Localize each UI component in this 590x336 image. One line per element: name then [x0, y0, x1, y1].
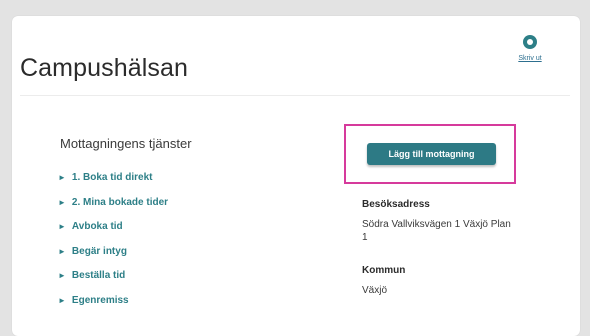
bullet-icon: ►	[58, 271, 66, 280]
service-link-bestalla-tid[interactable]: ► Beställa tid	[58, 270, 168, 295]
print-link[interactable]: Skriv ut	[512, 35, 548, 79]
bullet-icon: ►	[58, 222, 66, 231]
header-divider	[20, 95, 570, 96]
bullet-icon: ►	[58, 246, 66, 256]
service-label: Beställa tid	[71, 270, 126, 281]
address-line-2: 1	[362, 232, 368, 243]
page-title: Campushälsan	[20, 53, 188, 82]
municipality-value: Växjö	[362, 285, 388, 296]
service-link-begar-intyg[interactable]: ► Begär intyg	[58, 246, 168, 271]
service-link-mina-bokade-tider[interactable]: ► 2. Mina bokade tider	[58, 197, 168, 222]
service-link-egenremiss[interactable]: ► Egenremiss	[58, 295, 168, 320]
address-line-1: Södra Vallviksvägen 1 Växjö Plan	[362, 219, 511, 230]
bullet-icon: ►	[58, 197, 66, 207]
service-list: ► 1. Boka tid direkt ► 2. Mina bokade tide…	[58, 172, 168, 319]
service-link-boka-tid-direkt[interactable]: ► 1. Boka tid direkt	[58, 172, 168, 197]
service-label: 2. Mina bokade tider	[71, 196, 169, 208]
print-label: Skriv ut	[518, 55, 542, 62]
service-label: Egenremiss	[71, 294, 129, 306]
bullet-icon: ►	[58, 295, 66, 305]
add-clinic-button[interactable]: Lägg till mottagning	[367, 143, 496, 165]
service-link-avboka-tid[interactable]: ► Avboka tid	[58, 221, 168, 246]
service-label: Avboka tid	[71, 221, 123, 232]
municipality-heading: Kommun	[362, 265, 406, 276]
bullet-icon: ►	[58, 173, 66, 182]
service-label: Begär intyg	[71, 245, 127, 257]
address-heading: Besöksadress	[362, 199, 430, 210]
services-heading: Mottagningens tjänster	[60, 136, 192, 151]
service-label: 1. Boka tid direkt	[71, 172, 153, 183]
print-icon	[523, 35, 537, 49]
